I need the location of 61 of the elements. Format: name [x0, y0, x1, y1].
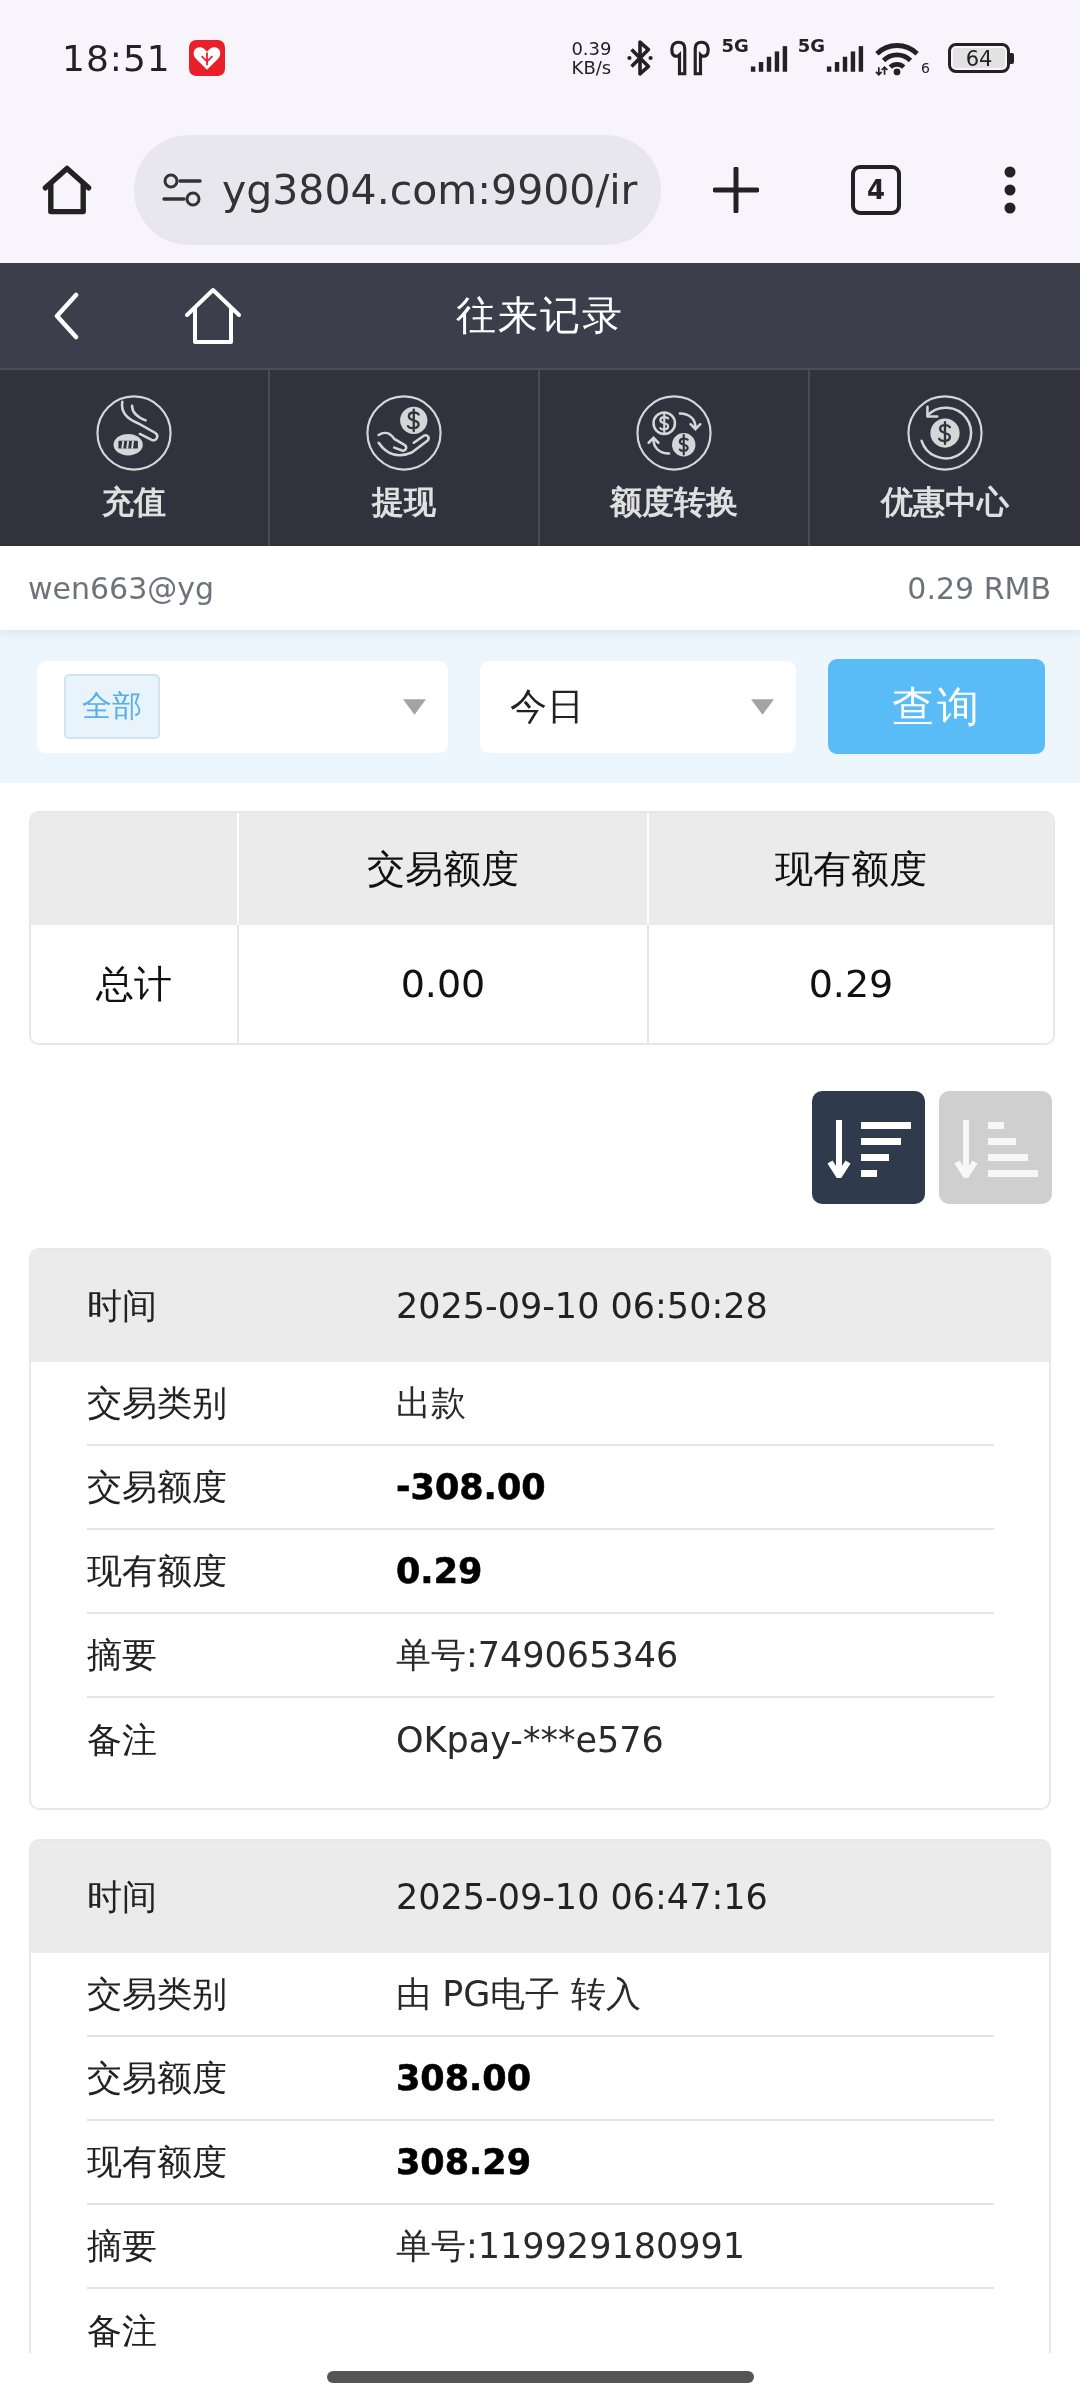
network-speed: 0.39 KB/s	[571, 39, 612, 77]
network-type-label: 5G	[721, 34, 749, 56]
row-header: 总计	[96, 960, 172, 1008]
sort-ascending-icon	[953, 1117, 1038, 1178]
table-cell: 0.00	[400, 962, 486, 1006]
field-value: 单号:749065346	[396, 1633, 679, 1677]
field-label: 摘要	[87, 2224, 157, 2268]
field-label: 摘要	[87, 1633, 157, 1677]
address-bar[interactable]: yg3804.com:9900/ir	[134, 134, 661, 245]
field-label: 时间	[87, 1284, 157, 1328]
field-value: 由 PG电子 转入	[396, 1972, 642, 2016]
field-label: 交易额度	[87, 1465, 227, 1509]
tab-count-button[interactable]: 4	[851, 164, 901, 215]
sort-button[interactable]	[812, 1091, 925, 1204]
sort-descending-icon	[826, 1117, 911, 1178]
signal-icon	[826, 44, 865, 72]
earbuds-icon	[669, 39, 712, 77]
field-value: 2025-09-10 06:50:28	[396, 1286, 768, 1326]
field-label: 交易类别	[87, 1381, 227, 1425]
field-value: 单号:119929180991	[396, 2224, 745, 2268]
field-label: 时间	[87, 1875, 157, 1919]
battery-indicator: 64	[948, 43, 1014, 73]
field-value: 308.00	[396, 2058, 532, 2098]
field-label: 现有额度	[87, 2140, 227, 2184]
heart-app-icon	[188, 40, 225, 76]
table-cell: 0.29	[808, 962, 894, 1006]
field-value: 出款	[396, 1381, 466, 1425]
field-value: 308.29	[396, 2142, 532, 2182]
coin-refresh-icon	[906, 394, 984, 472]
more-icon[interactable]	[1004, 165, 1016, 214]
wifi-label: 6	[921, 59, 930, 76]
column-header: 交易额度	[367, 845, 519, 893]
bluetooth-icon	[627, 39, 654, 77]
coin-exchange-icon	[635, 394, 713, 472]
balance-text: 0.29 RMB	[907, 570, 1051, 606]
field-label: 交易类别	[87, 1972, 227, 2016]
signal-icon	[749, 44, 788, 72]
status-time: 18:51	[62, 37, 171, 79]
period-select[interactable]: 今日	[479, 660, 797, 753]
field-value: 0.29	[396, 1551, 483, 1591]
field-label: 备注	[87, 1718, 157, 1762]
network-type-label: 5G	[797, 34, 826, 56]
field-label: 现有额度	[87, 1549, 227, 1593]
plus-icon[interactable]	[713, 166, 759, 213]
home-icon[interactable]	[184, 286, 242, 345]
back-icon[interactable]	[52, 291, 80, 340]
nav-button[interactable]: 优惠中心	[810, 370, 1080, 546]
site-settings-icon[interactable]	[162, 171, 202, 208]
wifi-icon	[874, 40, 921, 76]
dropdown-caret-icon	[402, 698, 426, 715]
field-label: 备注	[87, 2309, 157, 2353]
hand-coin-icon	[365, 394, 443, 472]
dropdown-caret-icon	[751, 698, 775, 715]
username-text: wen663@yg	[28, 570, 215, 606]
page-title: 往来记录	[456, 291, 624, 340]
field-value: -308.00	[396, 1467, 546, 1507]
field-value: OKpay-***e576	[396, 1720, 664, 1760]
column-header: 现有额度	[775, 845, 927, 893]
hand-card-icon	[95, 394, 173, 472]
field-label: 交易额度	[87, 2056, 227, 2100]
field-value: 2025-09-10 06:47:16	[396, 1877, 768, 1917]
